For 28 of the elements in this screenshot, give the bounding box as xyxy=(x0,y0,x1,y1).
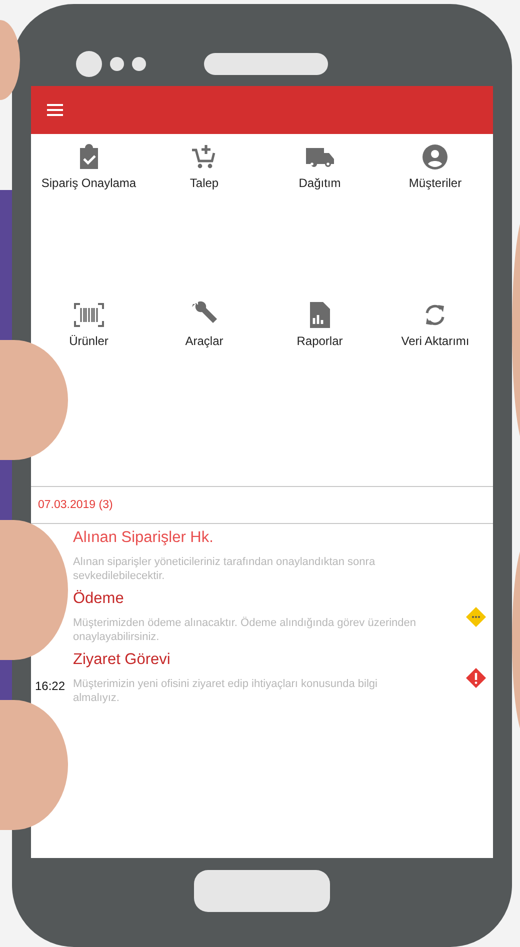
menu-tile[interactable]: Ürünler xyxy=(31,292,146,348)
diamond-dots-icon xyxy=(466,607,486,627)
task-time: 16:22 xyxy=(34,679,66,695)
cart-plus-icon xyxy=(191,144,218,170)
warning-icon xyxy=(466,668,486,688)
menu-tile[interactable]: Raporlar xyxy=(262,292,378,348)
date-header: 07.03.2019 (3) xyxy=(31,487,493,524)
person-icon xyxy=(422,144,448,170)
sensor-icon xyxy=(110,57,124,71)
task-title: Alınan Siparişler Hk. xyxy=(73,529,214,547)
task-title: Ödeme xyxy=(73,590,125,608)
report-icon xyxy=(308,301,331,329)
menu-icon[interactable] xyxy=(47,104,63,116)
truck-icon xyxy=(304,146,335,168)
menu-tile[interactable]: Talep xyxy=(146,134,262,190)
menu-tile[interactable]: Müşteriler xyxy=(378,134,493,190)
menu-tile[interactable]: Sipariş Onaylama xyxy=(31,134,146,190)
barcode-icon xyxy=(72,302,105,328)
task-title: Ziyaret Görevi xyxy=(73,651,172,669)
task-description: Müşterimizden ödeme alınacaktır. Ödeme alındığında görev üzerinden onaylayabilirsiniz. xyxy=(73,617,418,644)
sensor-icon xyxy=(132,57,146,71)
menu-tile[interactable]: Veri Aktarımı xyxy=(378,292,493,348)
home-button[interactable] xyxy=(194,870,330,912)
task-description: Müşterimizin yeni ofisini ziyaret edip ihtiyaçları konusunda bilgi almalıyız. xyxy=(73,678,378,705)
menu-tile[interactable]: Araçlar xyxy=(146,292,262,348)
menu-tile[interactable]: Dağıtım xyxy=(262,134,378,190)
task-description: Alınan siparişler yöneticileriniz tarafından onaylandıktan sonra sevkedilebilecektir. xyxy=(73,556,376,583)
camera-icon xyxy=(76,51,102,77)
